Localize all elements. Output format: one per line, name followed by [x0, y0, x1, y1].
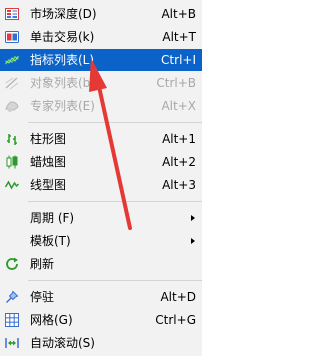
menu-item-one-click-trading[interactable]: 单击交易(k) Alt+T: [0, 26, 202, 48]
menu-item-periodicity[interactable]: 周期 (F): [0, 207, 202, 229]
submenu-arrow-icon: [191, 215, 195, 221]
pin-icon: [4, 289, 20, 305]
menu-item-label: 网格(G): [30, 313, 73, 327]
menu-item-label: 指标列表(L): [30, 53, 95, 67]
menu-item-grid[interactable]: 网格(G) Ctrl+G: [0, 309, 202, 331]
one-click-trading-icon: [4, 29, 20, 45]
menu-item-label: 专家列表(E): [30, 99, 95, 113]
submenu-arrow-icon: [191, 238, 195, 244]
menu-item-label: 自动滚动(S): [30, 336, 95, 350]
experts-list-icon: [4, 98, 20, 114]
market-depth-icon: [4, 6, 20, 22]
menu-item-label: 停驻: [30, 290, 55, 304]
indicators-list-icon: [4, 52, 20, 68]
menu-item-candlestick-chart[interactable]: 蜡烛图 Alt+2: [0, 151, 202, 173]
menu-separator: [28, 201, 202, 202]
menu-item-shortcut: Alt+2: [162, 155, 196, 169]
menu-item-dock[interactable]: 停驻 Alt+D: [0, 286, 202, 308]
menu-item-label: 周期 (F): [30, 211, 75, 225]
menu-item-experts-list[interactable]: 专家列表(E) Alt+X: [0, 95, 202, 117]
context-menu: 市场深度(D) Alt+B 单击交易(k) Alt+T 指标列表(L) Ctrl…: [0, 0, 202, 356]
menu-item-label: 柱形图: [30, 132, 67, 146]
menu-item-line-chart[interactable]: 线型图 Alt+3: [0, 174, 202, 196]
menu-item-label: 市场深度(D): [30, 7, 97, 21]
menu-item-shortcut: Alt+T: [162, 30, 196, 44]
menu-item-indicators-list[interactable]: 指标列表(L) Ctrl+I: [0, 49, 202, 71]
menu-item-auto-scroll[interactable]: 自动滚动(S): [0, 332, 202, 354]
menu-item-bar-chart[interactable]: 柱形图 Alt+1: [0, 128, 202, 150]
menu-item-label: 线型图: [30, 178, 67, 192]
menu-item-objects-list[interactable]: 对象列表(b) Ctrl+B: [0, 72, 202, 94]
menu-item-label: 模板(T): [30, 234, 71, 248]
menu-item-shortcut: Ctrl+B: [156, 76, 196, 90]
menu-item-label: 单击交易(k): [30, 30, 95, 44]
auto-scroll-icon: [4, 335, 20, 351]
menu-separator: [28, 280, 202, 281]
menu-item-refresh[interactable]: 刷新: [0, 253, 202, 275]
candlestick-icon: [4, 154, 20, 170]
menu-item-template[interactable]: 模板(T): [0, 230, 202, 252]
bar-chart-icon: [4, 131, 20, 147]
menu-item-label: 蜡烛图: [30, 155, 67, 169]
menu-item-label: 刷新: [30, 257, 55, 271]
menu-item-shortcut: Ctrl+G: [155, 313, 196, 327]
menu-item-shortcut: Ctrl+I: [161, 53, 196, 67]
menu-item-market-depth[interactable]: 市场深度(D) Alt+B: [0, 3, 202, 25]
line-chart-icon: [4, 177, 20, 193]
refresh-icon: [4, 256, 20, 272]
menu-item-shortcut: Alt+1: [162, 132, 196, 146]
grid-icon: [4, 312, 20, 328]
menu-item-shortcut: Alt+X: [161, 99, 196, 113]
menu-item-shortcut: Alt+B: [161, 7, 196, 21]
menu-separator: [28, 122, 202, 123]
objects-list-icon: [4, 75, 20, 91]
menu-item-shortcut: Alt+D: [160, 290, 196, 304]
menu-item-label: 对象列表(b): [30, 76, 95, 90]
menu-item-shortcut: Alt+3: [162, 178, 196, 192]
